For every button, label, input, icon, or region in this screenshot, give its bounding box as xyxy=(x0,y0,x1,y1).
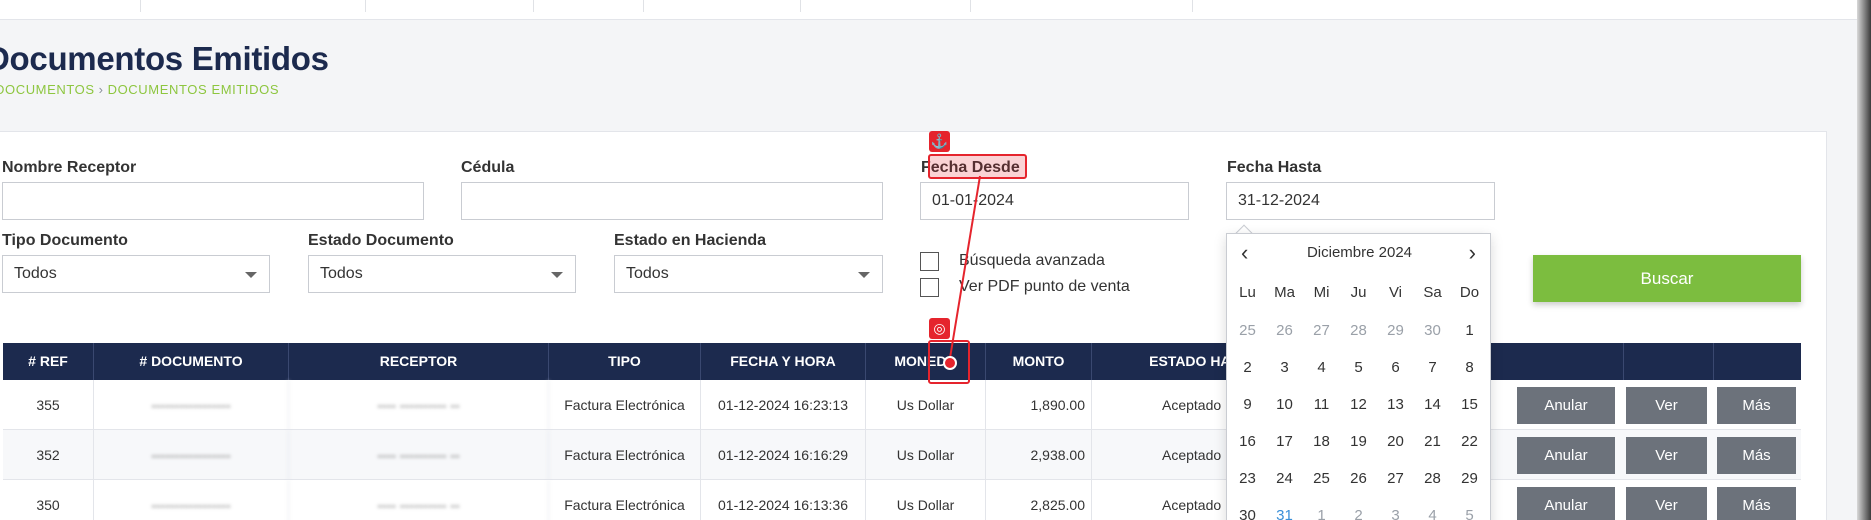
target-dot-icon xyxy=(943,356,957,370)
annotation-overlay xyxy=(949,175,981,359)
target-icon: ◎ xyxy=(929,318,950,339)
window-edge xyxy=(1857,0,1871,520)
anchor-icon: ⚓ xyxy=(929,131,950,152)
anchor-highlight xyxy=(928,154,1027,179)
app-page: Documentos Emitidos DOCUMENTOS › DOCUMENTO… xyxy=(0,0,1857,520)
